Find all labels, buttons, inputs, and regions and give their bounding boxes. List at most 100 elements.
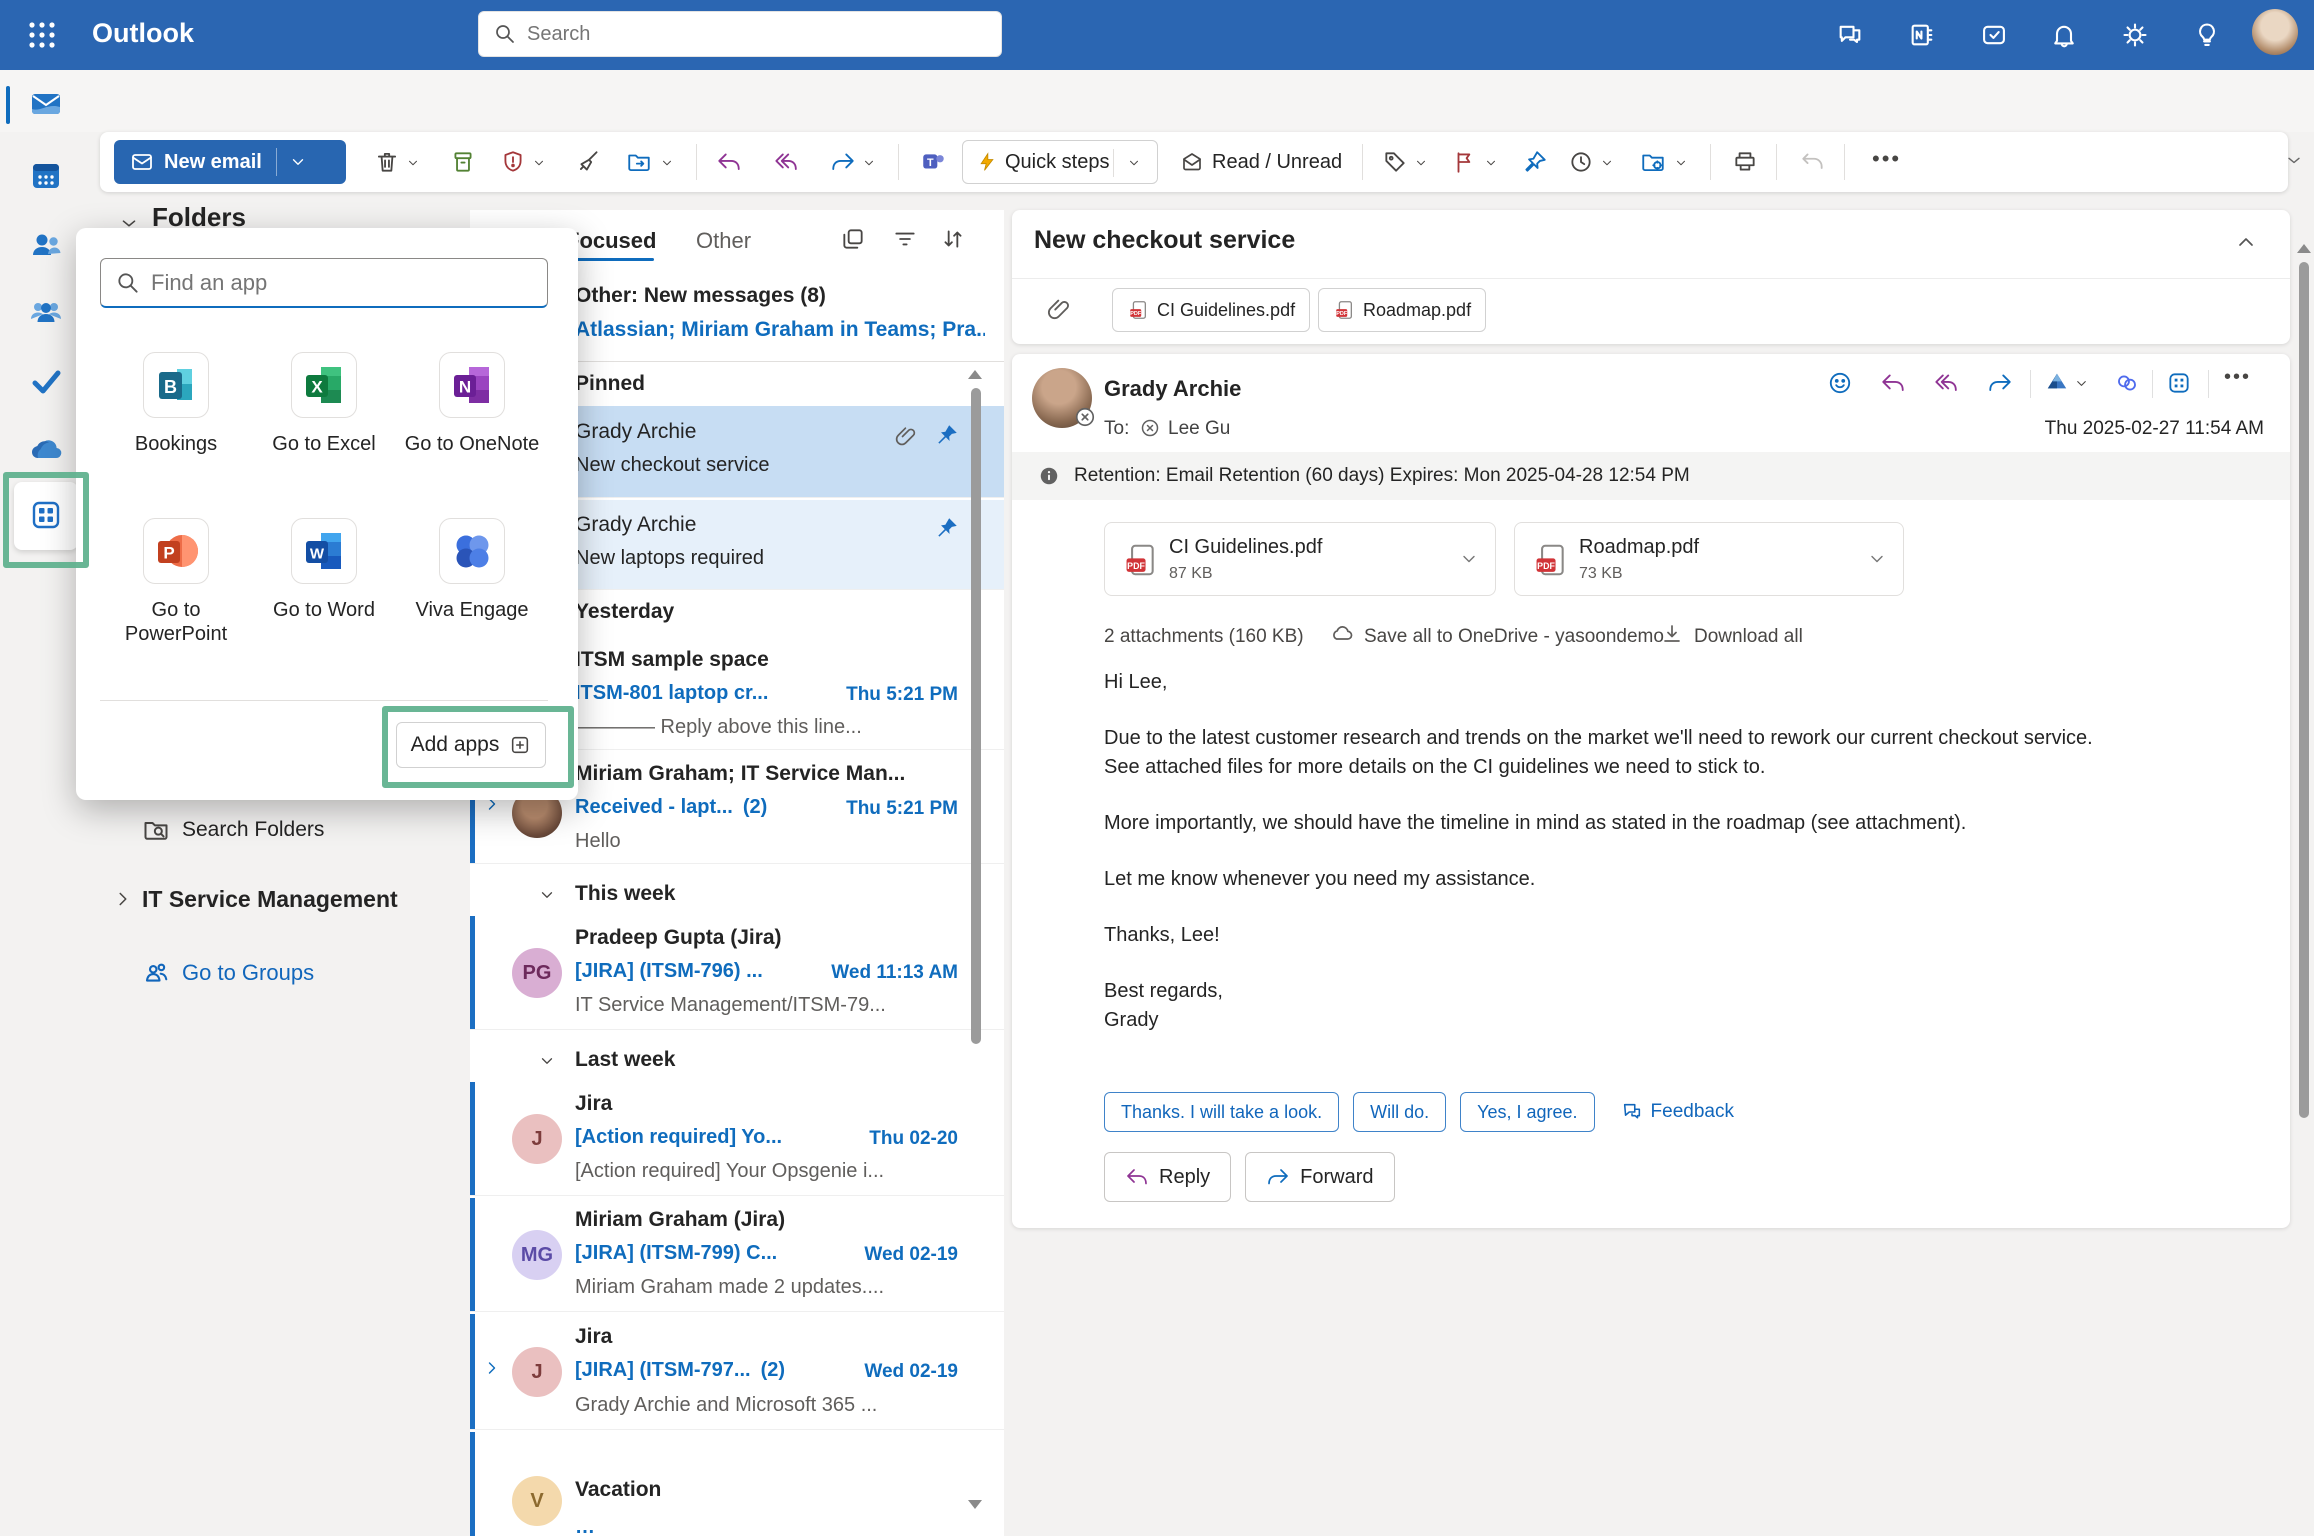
go-to-groups-link[interactable]: Go to Groups [182, 960, 314, 986]
itsm-folder-item[interactable]: IT Service Management [142, 886, 398, 913]
move-to-chevron-icon[interactable] [660, 156, 674, 170]
forward-icon[interactable] [1987, 370, 2013, 396]
section-collapse-chevron-icon[interactable] [538, 886, 556, 904]
report-chevron-icon[interactable] [532, 156, 546, 170]
pin-icon[interactable] [934, 515, 960, 541]
read-unread-button[interactable]: Read / Unread [1180, 140, 1342, 184]
list-scrollbar-thumb[interactable] [971, 388, 981, 1044]
suggested-reply-button[interactable]: Thanks. I will take a look. [1104, 1092, 1339, 1132]
tab-other[interactable]: Other [696, 228, 751, 254]
attachment-chip[interactable]: PDF CI Guidelines.pdf [1112, 288, 1310, 332]
viva-insights-icon[interactable] [2114, 370, 2140, 396]
reactions-smiley-icon[interactable] [1827, 370, 1853, 396]
app-label[interactable]: Bookings [101, 432, 251, 456]
teams-chat-icon[interactable] [1836, 21, 1864, 49]
select-messages-icon[interactable] [840, 226, 866, 252]
search-folders-icon[interactable] [142, 816, 170, 844]
archive-icon[interactable] [450, 149, 476, 175]
app-label[interactable]: Go to Word [249, 598, 399, 622]
user-avatar[interactable] [2252, 9, 2298, 55]
add-apps-button[interactable]: Add apps [396, 722, 546, 768]
forward-icon[interactable] [830, 149, 856, 175]
addin-chevron-icon[interactable] [2074, 376, 2089, 391]
move-to-icon[interactable] [626, 149, 652, 175]
reply-icon[interactable] [716, 149, 742, 175]
app-launcher-waffle-icon[interactable] [24, 17, 60, 53]
reply-button[interactable]: Reply [1104, 1152, 1231, 1202]
report-icon[interactable] [500, 149, 526, 175]
app-label[interactable]: Go to PowerPoint [101, 598, 251, 646]
find-app-search[interactable] [100, 258, 548, 308]
list-scrollbar-down-arrow[interactable] [968, 1500, 982, 1509]
app-label[interactable]: Go to Excel [249, 432, 399, 456]
print-icon[interactable] [1732, 149, 1758, 175]
recipient-name[interactable]: Lee Gu [1168, 418, 1230, 440]
suggested-reply-button[interactable]: Will do. [1353, 1092, 1446, 1132]
save-all-link[interactable]: Save all to OneDrive - yasoondemo [1364, 626, 1664, 648]
categorize-tag-icon[interactable] [1382, 149, 1408, 175]
sender-name[interactable]: Grady Archie [1104, 376, 1241, 402]
rail-mail-icon[interactable] [29, 87, 63, 121]
categorize-chevron-icon[interactable] [1414, 156, 1428, 170]
list-scrollbar-up-arrow[interactable] [968, 370, 982, 379]
sort-icon[interactable] [940, 226, 966, 252]
addin-prism-icon[interactable] [2044, 370, 2070, 396]
reading-scrollbar-thumb[interactable] [2299, 262, 2309, 1118]
flag-chevron-icon[interactable] [1484, 156, 1498, 170]
more-options-button[interactable]: ••• [1872, 146, 1901, 172]
rail-groups-icon[interactable] [29, 295, 63, 329]
filter-icon[interactable] [892, 226, 918, 252]
reply-icon[interactable] [1880, 370, 1906, 396]
snooze-chevron-icon[interactable] [1600, 156, 1614, 170]
snooze-clock-icon[interactable] [1568, 149, 1594, 175]
attachment-chevron-icon[interactable] [1459, 549, 1479, 569]
share-to-teams-icon[interactable]: T [920, 149, 946, 175]
attachment-card[interactable]: PDF Roadmap.pdf 73 KB [1514, 522, 1904, 596]
settings-gear-icon[interactable] [2121, 21, 2149, 49]
undo-icon[interactable] [1800, 149, 1826, 175]
search-input[interactable] [527, 23, 987, 46]
pin-icon[interactable] [934, 422, 960, 448]
rail-onedrive-icon[interactable] [29, 433, 65, 469]
sweep-icon[interactable] [576, 149, 602, 175]
banner-link[interactable]: Atlassian; Miriam Graham in Teams; Pra..… [575, 318, 985, 342]
list-item[interactable]: MG Miriam Graham (Jira) [JIRA] (ITSM-799… [470, 1198, 1004, 1312]
rules-chevron-icon[interactable] [1674, 156, 1688, 170]
section-collapse-chevron-icon[interactable] [538, 1052, 556, 1070]
attachment-chip[interactable]: PDF Roadmap.pdf [1318, 288, 1486, 332]
tab-focused[interactable]: Focused [566, 228, 656, 254]
attachment-card[interactable]: PDF CI Guidelines.pdf 87 KB [1104, 522, 1496, 596]
rail-apps-grid-icon[interactable] [30, 499, 62, 531]
app-tile-onenote[interactable]: N [439, 352, 505, 418]
notifications-bell-icon[interactable] [2050, 21, 2078, 49]
onenote-feed-icon[interactable] [1908, 21, 1936, 49]
global-search[interactable] [478, 11, 1002, 57]
rail-people-icon[interactable] [29, 229, 63, 263]
quick-steps-chevron-icon[interactable] [1127, 156, 1141, 170]
attachment-chevron-icon[interactable] [1867, 549, 1887, 569]
forward-chevron-icon[interactable] [862, 156, 876, 170]
tips-lightbulb-icon[interactable] [2193, 21, 2221, 49]
message-more-options[interactable]: ••• [2224, 366, 2251, 389]
list-item[interactable]: J Jira [JIRA] (ITSM-797...(2) Wed 02-19 … [470, 1314, 1004, 1430]
app-tile-excel[interactable]: X [291, 352, 357, 418]
rules-icon[interactable] [1640, 149, 1666, 175]
reply-all-icon[interactable] [772, 149, 798, 175]
app-label[interactable]: Viva Engage [397, 598, 547, 622]
list-item[interactable]: PG Pradeep Gupta (Jira) [JIRA] (ITSM-796… [470, 916, 1004, 1030]
rail-calendar-icon[interactable] [29, 159, 63, 193]
flag-icon[interactable] [1452, 149, 1478, 175]
app-label[interactable]: Go to OneNote [397, 432, 547, 456]
todo-icon[interactable] [1980, 21, 2008, 49]
delete-chevron-icon[interactable] [406, 156, 420, 170]
rail-todo-check-icon[interactable] [29, 365, 63, 399]
itsm-expand-chevron-icon[interactable] [112, 888, 134, 910]
search-folders-item[interactable]: Search Folders [182, 818, 324, 842]
pin-icon[interactable] [1522, 149, 1548, 175]
delete-icon[interactable] [374, 149, 400, 175]
ribbon-collapse-chevron-icon[interactable] [2284, 150, 2304, 170]
app-tile-powerpoint[interactable]: P [143, 518, 209, 584]
find-app-input[interactable] [151, 270, 533, 296]
reading-scrollbar-up-arrow[interactable] [2297, 244, 2311, 253]
list-item[interactable]: J Jira [Action required] Yo... Thu 02-20… [470, 1082, 1004, 1196]
